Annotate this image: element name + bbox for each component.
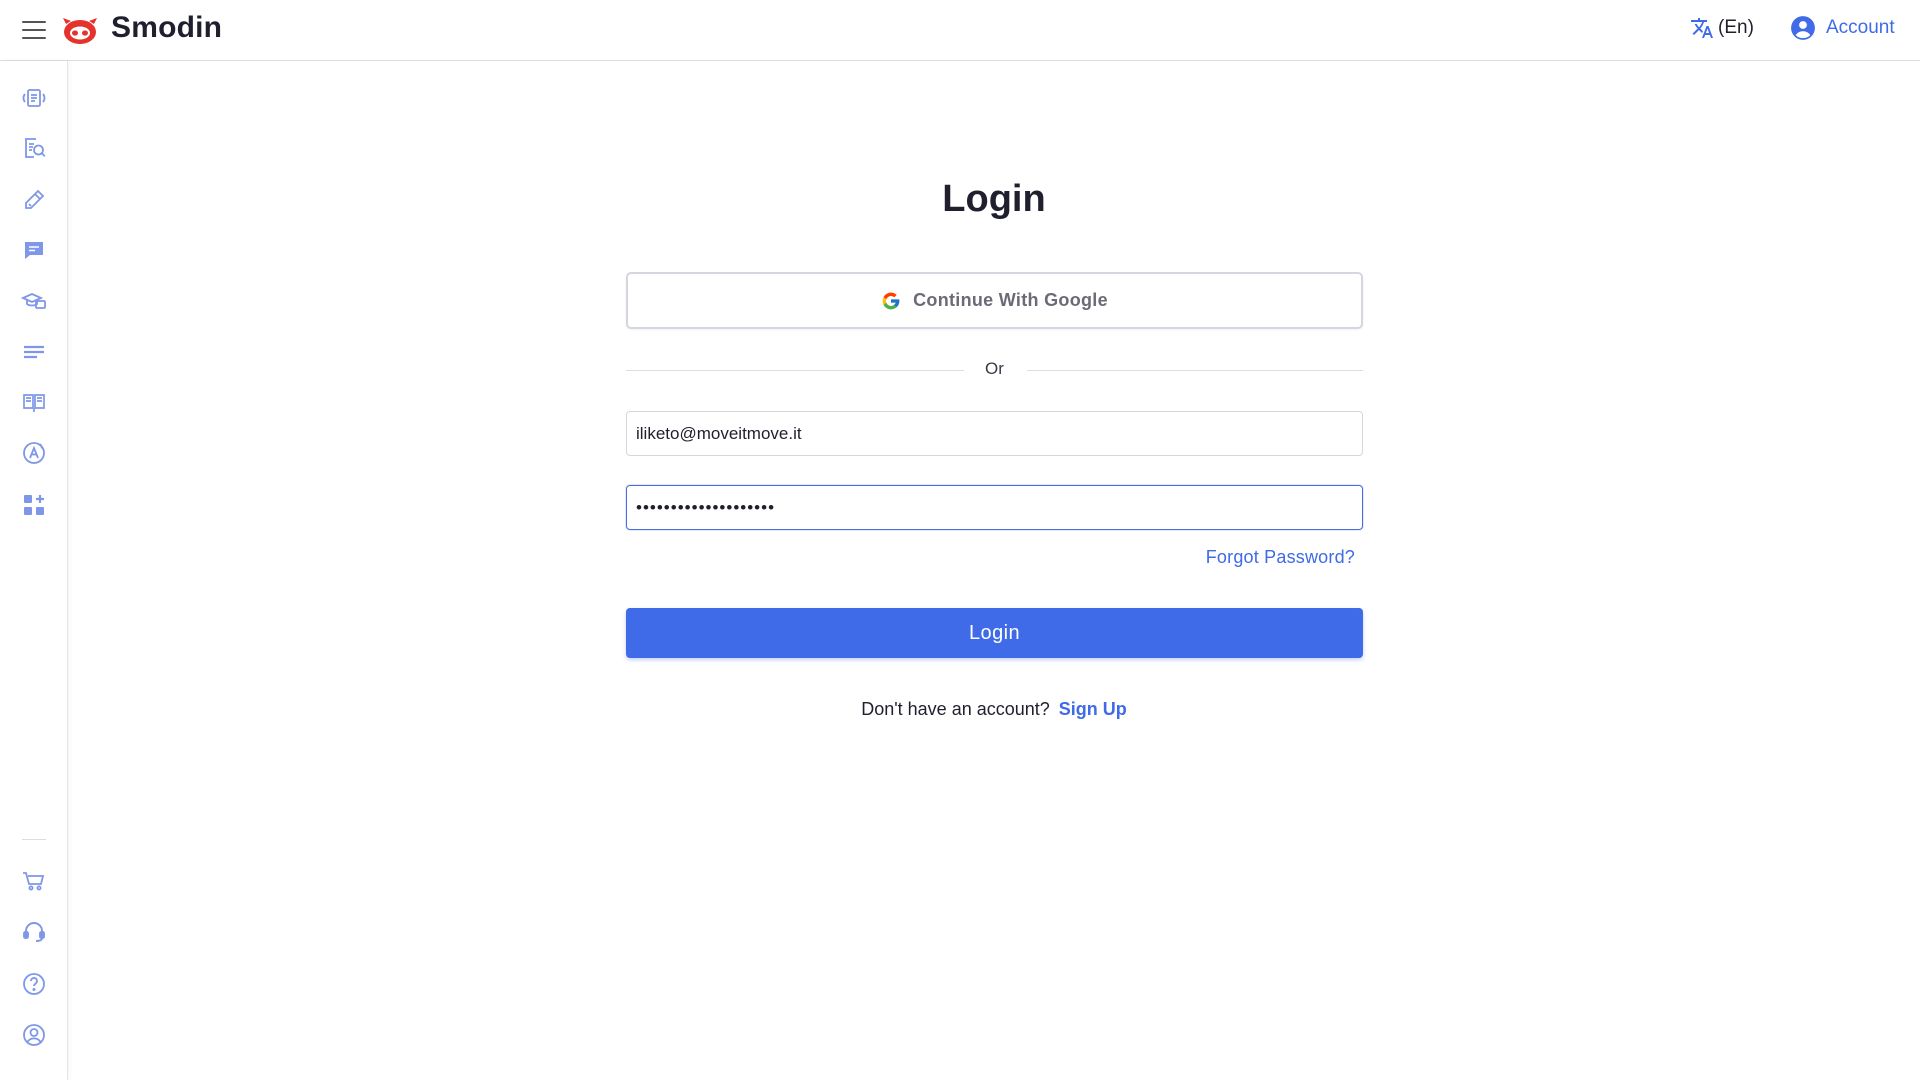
google-icon	[882, 292, 900, 309]
signup-prompt: Don't have an account?	[861, 699, 1050, 719]
account-button[interactable]: Account	[1790, 15, 1895, 41]
or-divider: Or	[626, 358, 1363, 382]
rewriter-icon[interactable]	[20, 84, 48, 112]
account-label: Account	[1826, 17, 1895, 38]
language-label: (En)	[1718, 17, 1754, 38]
cart-icon[interactable]	[20, 867, 48, 895]
support-icon[interactable]	[20, 918, 48, 946]
password-input[interactable]	[626, 485, 1363, 530]
account-circle-icon	[1791, 16, 1815, 40]
help-icon[interactable]	[20, 970, 48, 998]
or-label: Or	[985, 359, 1004, 378]
google-button-label: Continue With Google	[913, 290, 1108, 310]
page-title: Login	[942, 178, 1046, 220]
homework-solver-icon[interactable]	[20, 286, 48, 314]
menu-icon[interactable]	[22, 19, 46, 41]
brand-name[interactable]: Smodin	[111, 11, 222, 45]
summarizer-icon[interactable]	[20, 338, 48, 366]
sidebar-divider	[22, 839, 46, 840]
more-apps-icon[interactable]	[20, 491, 48, 519]
login-button[interactable]: Login	[626, 608, 1363, 658]
signup-link[interactable]: Sign Up	[1059, 699, 1127, 719]
email-input[interactable]	[626, 411, 1363, 456]
citation-icon[interactable]	[20, 388, 48, 416]
signup-prompt-row: Don't have an account? Sign Up	[0, 699, 1920, 720]
continue-with-google-button[interactable]: Continue With Google	[626, 272, 1363, 329]
smodin-logo-icon[interactable]	[62, 14, 98, 46]
chat-icon[interactable]	[20, 236, 48, 264]
language-selector[interactable]: (En)	[1690, 16, 1754, 40]
top-bar: Smodin (En) Account	[0, 0, 1920, 61]
forgot-password-link[interactable]: Forgot Password?	[1100, 547, 1355, 568]
ai-detector-icon[interactable]	[20, 439, 48, 467]
plagiarism-checker-icon[interactable]	[20, 134, 48, 162]
account-icon[interactable]	[20, 1021, 48, 1049]
translate-icon	[1691, 18, 1713, 38]
